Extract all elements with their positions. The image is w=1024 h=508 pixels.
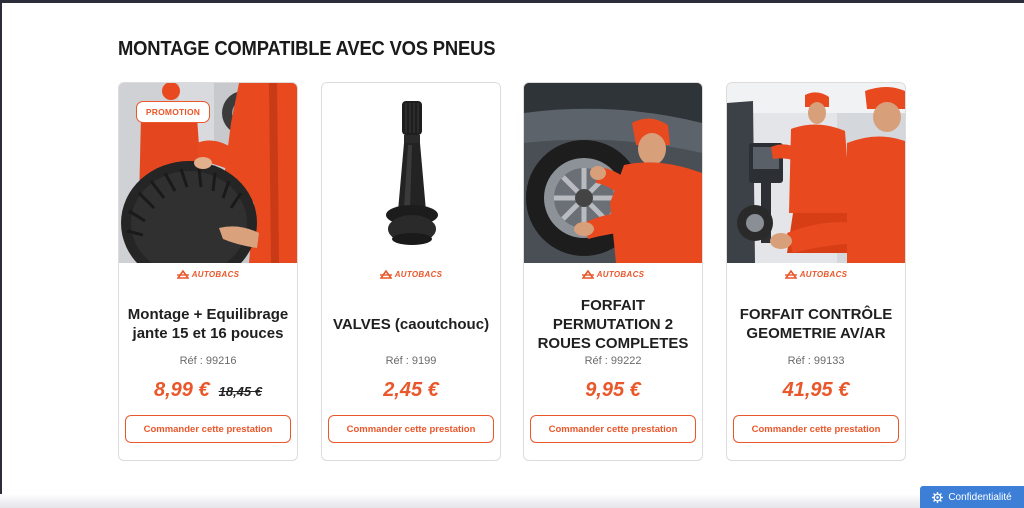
gear-icon <box>932 491 944 503</box>
current-price: 41,95 € <box>782 379 850 401</box>
brand-name: AUTOBACS <box>799 269 848 279</box>
window-left-edge <box>0 0 2 508</box>
product-image[interactable]: PROMOTION <box>119 83 297 263</box>
privacy-settings-button[interactable]: Confidentialité <box>920 486 1024 508</box>
product-name[interactable]: FORFAIT CONTRÔLE GEOMETRIE AV/AR <box>733 303 899 345</box>
autobacs-logo-icon <box>581 269 594 279</box>
old-price: 18,45 € <box>218 384 262 399</box>
product-card: PROMOTION AUTOBACS Montage + Equilibrage… <box>118 82 298 461</box>
price-block: 41,95 € <box>727 379 905 402</box>
autobacs-logo-icon <box>784 269 797 279</box>
product-name[interactable]: FORFAIT PERMUTATION 2 ROUES COMPLETES <box>530 297 696 352</box>
product-reference: Réf : 99133 <box>787 355 845 367</box>
product-reference: Réf : 99222 <box>584 355 642 367</box>
brand-logo: AUTOBACS <box>524 268 702 280</box>
privacy-label: Confidentialité <box>948 491 1012 503</box>
order-service-button[interactable]: Commander cette prestation <box>733 415 899 443</box>
brand-logo: AUTOBACS <box>119 268 297 280</box>
order-service-button[interactable]: Commander cette prestation <box>125 415 291 443</box>
window-top-edge <box>0 0 1024 3</box>
wheel-alignment-photo <box>727 83 905 263</box>
brand-name: AUTOBACS <box>191 269 240 279</box>
product-card: AUTOBACS VALVES (caoutchouc) Réf : 9199 … <box>321 82 501 461</box>
brand-name: AUTOBACS <box>596 269 645 279</box>
product-image[interactable] <box>524 83 702 263</box>
brand-logo: AUTOBACS <box>322 268 500 280</box>
order-service-button[interactable]: Commander cette prestation <box>328 415 494 443</box>
page-bottom-shadow <box>0 494 1024 508</box>
section-title: MONTAGE COMPATIBLE AVEC VOS PNEUS <box>118 38 496 60</box>
mechanic-wheel-swap-photo <box>524 83 702 263</box>
price-block: 2,45 € <box>322 379 500 402</box>
price-block: 9,95 € <box>524 379 702 402</box>
product-reference: Réf : 99216 <box>179 355 237 367</box>
price-block: 8,99 € 18,45 € <box>119 379 297 402</box>
brand-logo: AUTOBACS <box>727 268 905 280</box>
current-price: 2,45 € <box>383 379 439 401</box>
product-name[interactable]: VALVES (caoutchouc) <box>328 303 494 345</box>
promotion-badge: PROMOTION <box>136 101 210 123</box>
current-price: 9,95 € <box>585 379 641 401</box>
current-price: 8,99 € <box>154 379 210 401</box>
product-name[interactable]: Montage + Equilibrage jante 15 et 16 pou… <box>125 303 291 345</box>
order-service-button[interactable]: Commander cette prestation <box>530 415 696 443</box>
product-reference: Réf : 9199 <box>385 355 437 367</box>
brand-name: AUTOBACS <box>394 269 443 279</box>
product-image[interactable] <box>727 83 905 263</box>
product-image[interactable] <box>322 83 500 263</box>
rubber-valve-photo <box>322 83 500 263</box>
autobacs-logo-icon <box>379 269 392 279</box>
product-card: AUTOBACS FORFAIT PERMUTATION 2 ROUES COM… <box>523 82 703 461</box>
product-card: AUTOBACS FORFAIT CONTRÔLE GEOMETRIE AV/A… <box>726 82 906 461</box>
autobacs-logo-icon <box>176 269 189 279</box>
